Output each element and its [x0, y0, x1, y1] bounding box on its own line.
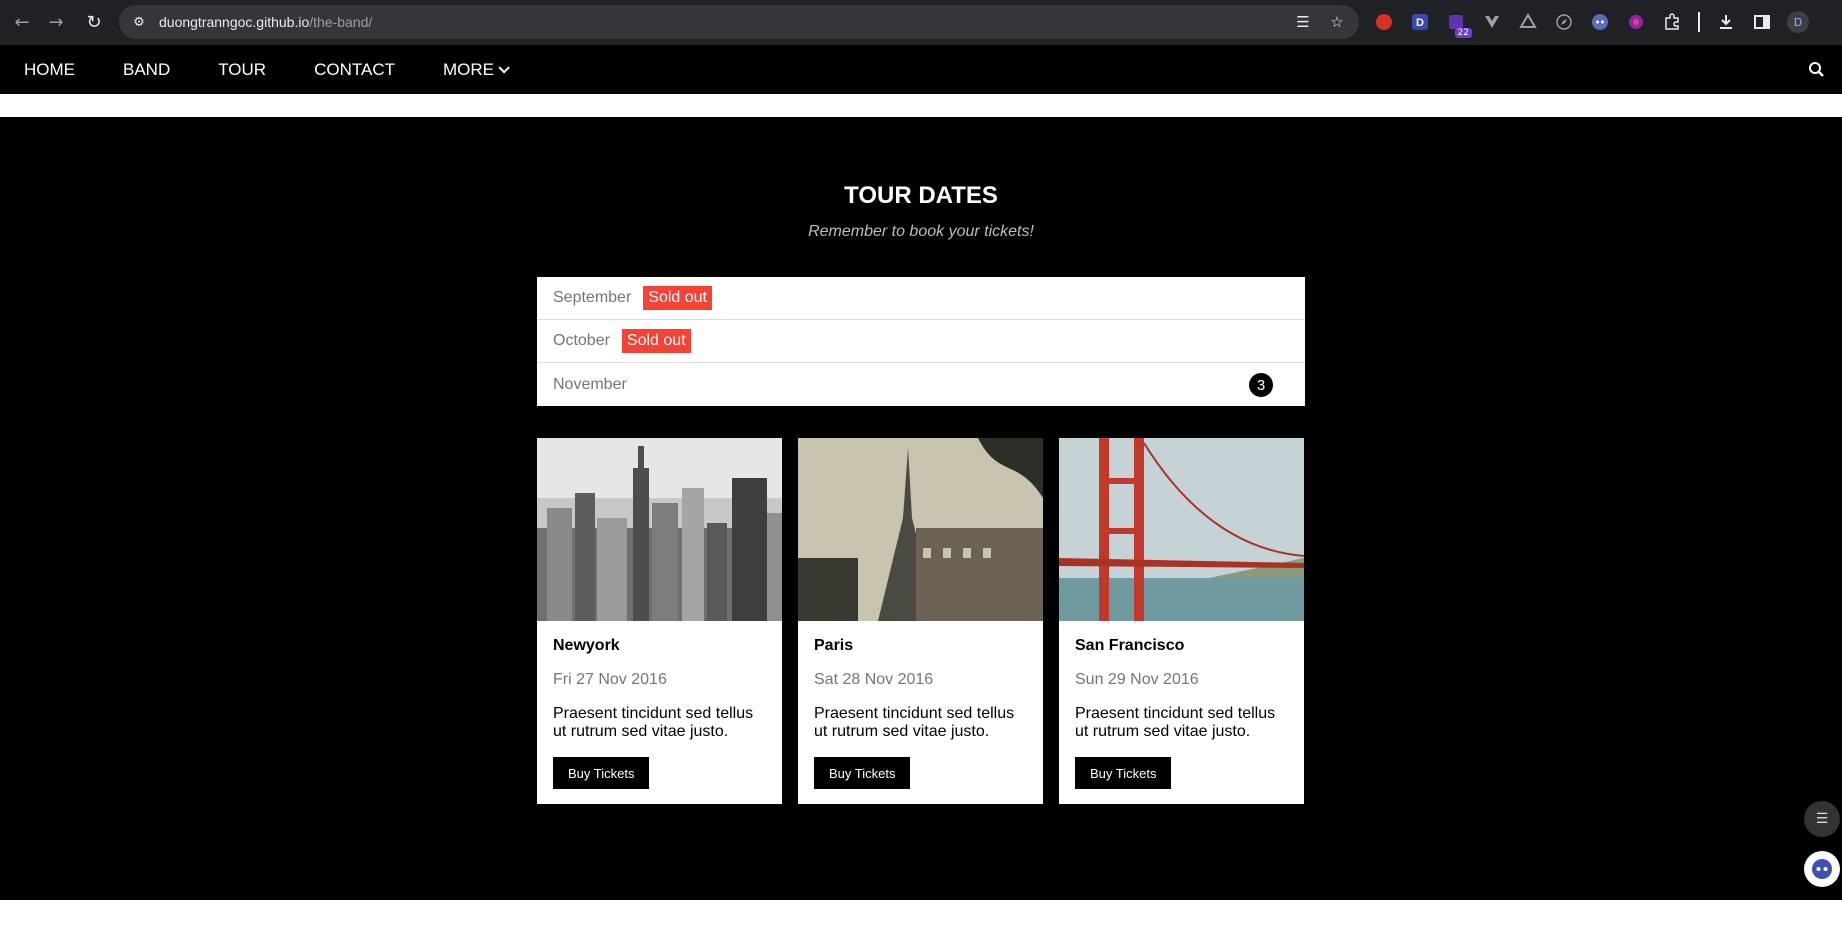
nav-home[interactable]: HOME: [0, 45, 99, 94]
newyork-image: [537, 438, 782, 621]
site-navbar: HOME BAND TOUR CONTACT MORE: [0, 45, 1842, 94]
card-text: Praesent tincidunt sed tellus ut rutrum …: [814, 705, 1015, 740]
ticket-months-list: September Sold out October Sold out Nove…: [537, 277, 1305, 406]
nav-more[interactable]: MORE: [419, 45, 530, 94]
address-bar[interactable]: ⚙ duongtranngoc.github.io/the-band/ ☰ ☆: [119, 5, 1359, 39]
list-item: October Sold out: [537, 320, 1305, 363]
browser-toolbar: ← → ↻ ⚙ duongtranngoc.github.io/the-band…: [0, 0, 1842, 45]
star-icon[interactable]: ☆: [1325, 10, 1349, 34]
d-extension-icon[interactable]: D: [1406, 8, 1434, 36]
back-icon[interactable]: ←: [4, 4, 40, 40]
card-text: Praesent tincidunt sed tellus ut rutrum …: [553, 705, 754, 740]
svg-text:D: D: [1416, 17, 1424, 29]
tour-title: TOUR DATES: [844, 182, 998, 209]
count-badge: 3: [1249, 373, 1273, 397]
side-panel-icon[interactable]: [1748, 8, 1776, 36]
extension-badge: 22: [1454, 28, 1472, 38]
nav-more-label: MORE: [443, 59, 494, 79]
forward-icon[interactable]: →: [38, 4, 74, 40]
nav-contact[interactable]: CONTACT: [290, 45, 419, 94]
extensions-bar: D 22 D: [1370, 8, 1812, 38]
tour-card-san-francisco: San Francisco Sun 29 Nov 2016 Praesent t…: [1059, 438, 1304, 804]
download-icon[interactable]: [1712, 8, 1740, 36]
nav-tour[interactable]: TOUR: [194, 45, 290, 94]
chevron-down-icon: [498, 61, 510, 74]
tour-card-newyork: Newyork Fri 27 Nov 2016 Praesent tincidu…: [537, 438, 782, 804]
month-name: October: [553, 332, 610, 349]
tour-section: TOUR DATES Remember to book your tickets…: [0, 117, 1842, 900]
hand-extension-icon[interactable]: [1370, 8, 1398, 36]
angular-extension-icon[interactable]: [1514, 8, 1542, 36]
card-date: Sat 28 Nov 2016: [814, 671, 934, 688]
robot-extension-icon[interactable]: [1586, 8, 1614, 36]
card-city: San Francisco: [1075, 637, 1185, 654]
buy-tickets-button[interactable]: Buy Tickets: [1075, 757, 1172, 789]
tour-card-paris: Paris Sat 28 Nov 2016 Praesent tincidunt…: [798, 438, 1043, 804]
footer-strip: [0, 900, 1842, 929]
toolbar-divider: [1698, 12, 1700, 32]
card-date: Fri 27 Nov 2016: [553, 671, 667, 688]
paris-image: [798, 438, 1043, 621]
slideshow-strip: [0, 94, 1842, 117]
buy-tickets-button[interactable]: Buy Tickets: [814, 757, 911, 789]
card-city: Newyork: [553, 637, 620, 654]
puzzle-icon[interactable]: [1658, 8, 1686, 36]
nav-band[interactable]: BAND: [99, 45, 194, 94]
search-icon[interactable]: [1806, 59, 1828, 81]
sold-out-badge: Sold out: [621, 329, 691, 353]
card-city: Paris: [814, 637, 854, 654]
buy-tickets-button[interactable]: Buy Tickets: [553, 757, 650, 789]
card-date: Sun 29 Nov 2016: [1075, 671, 1199, 688]
sold-out-badge: Sold out: [643, 286, 712, 310]
list-item: November 3: [537, 363, 1305, 406]
san-francisco-image: [1059, 438, 1304, 621]
tour-subtitle: Remember to book your tickets!: [808, 223, 1034, 240]
profile-avatar[interactable]: D: [1784, 8, 1812, 36]
tune-icon[interactable]: ⚙: [128, 12, 150, 32]
compass-extension-icon[interactable]: [1550, 8, 1578, 36]
translate-icon[interactable]: ☰: [1804, 801, 1840, 837]
reload-icon[interactable]: ↻: [76, 4, 112, 40]
month-name: November: [553, 375, 627, 393]
url-path: /the-band/: [309, 14, 373, 30]
month-name: September: [553, 289, 632, 306]
url-host: duongtranngoc.github.io: [159, 14, 310, 30]
brain-extension-icon[interactable]: [1622, 8, 1650, 36]
badge-extension-icon[interactable]: 22: [1442, 8, 1472, 38]
translate-icon[interactable]: ☰: [1291, 10, 1315, 34]
tour-cards: Newyork Fri 27 Nov 2016 Praesent tincidu…: [537, 438, 1305, 804]
vue-extension-icon[interactable]: [1478, 8, 1506, 36]
assistant-icon[interactable]: [1804, 851, 1840, 887]
card-text: Praesent tincidunt sed tellus ut rutrum …: [1075, 705, 1276, 740]
list-item: September Sold out: [537, 277, 1305, 320]
